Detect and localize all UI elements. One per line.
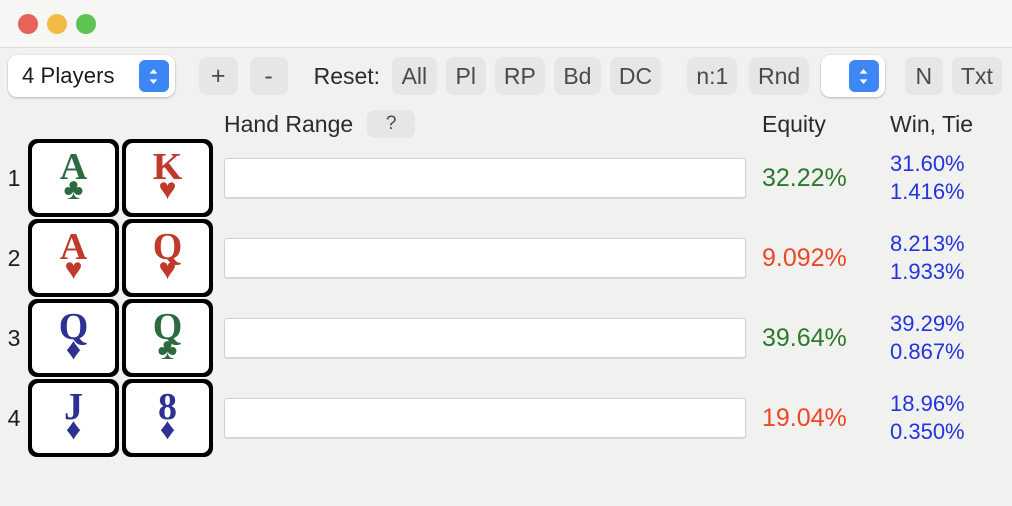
tie-value: 0.350% <box>890 419 965 444</box>
player-hole-cards: A ♣ K ♥ <box>28 139 220 217</box>
toolbar: 4 Players + - Reset: All Pl RP Bd DC n:1… <box>0 48 1012 104</box>
hand-range-input[interactable] <box>224 398 746 438</box>
player-row: 1 A ♣ K ♥ 32.22% 31.60% 1.416% <box>0 138 1002 218</box>
header-win-tie: Win, Tie <box>890 111 974 137</box>
equity-value: 19.04% <box>762 403 847 432</box>
equity-value: 39.64% <box>762 323 847 352</box>
hand-range-cell <box>220 238 762 278</box>
hole-card[interactable]: K ♥ <box>122 139 213 217</box>
hole-card[interactable]: J ♦ <box>28 379 119 457</box>
chevron-up-icon <box>149 68 158 74</box>
hand-range-input[interactable] <box>224 318 746 358</box>
hole-card[interactable]: Q ♥ <box>122 219 213 297</box>
hole-card[interactable]: A ♥ <box>28 219 119 297</box>
player-hole-cards: Q ♦ Q ♣ <box>28 299 220 377</box>
win-tie-values: 18.96% 0.350% <box>890 390 1002 446</box>
reset-players-button[interactable]: Pl <box>445 57 486 95</box>
chevron-down-icon <box>859 78 868 84</box>
hand-range-label: Hand Range <box>224 110 354 137</box>
win-value: 18.96% <box>890 390 965 416</box>
diamonds-icon: ♦ <box>65 413 82 447</box>
reset-label: Reset: <box>313 62 381 89</box>
clubs-icon: ♣ <box>157 333 178 367</box>
hand-range-cell <box>220 318 762 358</box>
chevron-up-icon <box>859 68 868 74</box>
minimize-light[interactable] <box>47 13 67 34</box>
hand-range-input[interactable] <box>224 238 746 278</box>
header-hand-range: Hand Range ? <box>220 110 762 138</box>
reset-all-button[interactable]: All <box>392 57 437 95</box>
win-value: 39.29% <box>890 310 965 336</box>
hearts-icon: ♥ <box>158 253 177 287</box>
chevron-down-icon <box>149 78 158 84</box>
hole-card[interactable]: A ♣ <box>28 139 119 217</box>
win-value: 31.60% <box>890 150 965 176</box>
column-headers: Hand Range ? Equity Win, Tie <box>0 104 1002 138</box>
hand-range-input[interactable] <box>224 158 746 198</box>
add-player-button[interactable]: + <box>198 57 238 95</box>
player-number: 1 <box>7 164 21 191</box>
header-equity: Equity <box>762 111 826 137</box>
diamonds-icon: ♦ <box>159 413 176 447</box>
ratio-button[interactable]: n:1 <box>687 57 738 95</box>
player-hole-cards: J ♦ 8 ♦ <box>28 379 220 457</box>
win-tie-values: 39.29% 0.867% <box>890 310 1002 366</box>
close-light[interactable] <box>18 13 38 34</box>
reset-board-button[interactable]: Bd <box>553 57 601 95</box>
players-select-value: 4 Players <box>22 63 115 88</box>
win-tie-values: 31.60% 1.416% <box>890 150 1002 206</box>
win-value: 8.213% <box>890 230 965 256</box>
player-number: 3 <box>7 324 21 351</box>
player-number: 4 <box>7 404 21 431</box>
player-number: 2 <box>7 244 21 271</box>
players-select[interactable]: 4 Players <box>8 55 175 97</box>
hole-card[interactable]: 8 ♦ <box>122 379 213 457</box>
notation-button[interactable]: N <box>904 57 943 95</box>
hearts-icon: ♥ <box>158 173 177 207</box>
random-button[interactable]: Rnd <box>749 57 809 95</box>
count-stepper[interactable] <box>848 60 879 92</box>
reset-range-players-button[interactable]: RP <box>494 57 545 95</box>
tie-value: 1.933% <box>890 259 965 284</box>
titlebar <box>0 0 1012 48</box>
player-hole-cards: A ♥ Q ♥ <box>28 219 220 297</box>
hand-range-help-button[interactable]: ? <box>367 110 416 138</box>
tie-value: 1.416% <box>890 179 965 204</box>
player-row: 4 J ♦ 8 ♦ 19.04% 18.96% 0.350% <box>0 378 1002 458</box>
zoom-light[interactable] <box>76 13 96 34</box>
text-button[interactable]: Txt <box>951 57 1003 95</box>
diamonds-icon: ♦ <box>65 333 82 367</box>
hearts-icon: ♥ <box>64 253 83 287</box>
clubs-icon: ♣ <box>63 173 84 207</box>
player-row: 2 A ♥ Q ♥ 9.092% 8.213% 1.933% <box>0 218 1002 298</box>
hole-card[interactable]: Q ♦ <box>28 299 119 377</box>
remove-player-button[interactable]: - <box>249 57 288 95</box>
equity-value: 9.092% <box>762 243 847 272</box>
tie-value: 0.867% <box>890 339 965 364</box>
win-tie-values: 8.213% 1.933% <box>890 230 1002 286</box>
hole-card[interactable]: Q ♣ <box>122 299 213 377</box>
equity-value: 32.22% <box>762 163 847 192</box>
reset-dead-cards-button[interactable]: DC <box>609 57 662 95</box>
hand-range-cell <box>220 398 762 438</box>
main-content: Hand Range ? Equity Win, Tie 1 A ♣ K ♥ 3… <box>0 104 1012 458</box>
app-window: 4 Players + - Reset: All Pl RP Bd DC n:1… <box>0 0 1012 506</box>
count-select[interactable] <box>820 55 885 97</box>
players-stepper[interactable] <box>138 60 169 92</box>
hand-range-cell <box>220 158 762 198</box>
player-row: 3 Q ♦ Q ♣ 39.64% 39.29% 0.867% <box>0 298 1002 378</box>
